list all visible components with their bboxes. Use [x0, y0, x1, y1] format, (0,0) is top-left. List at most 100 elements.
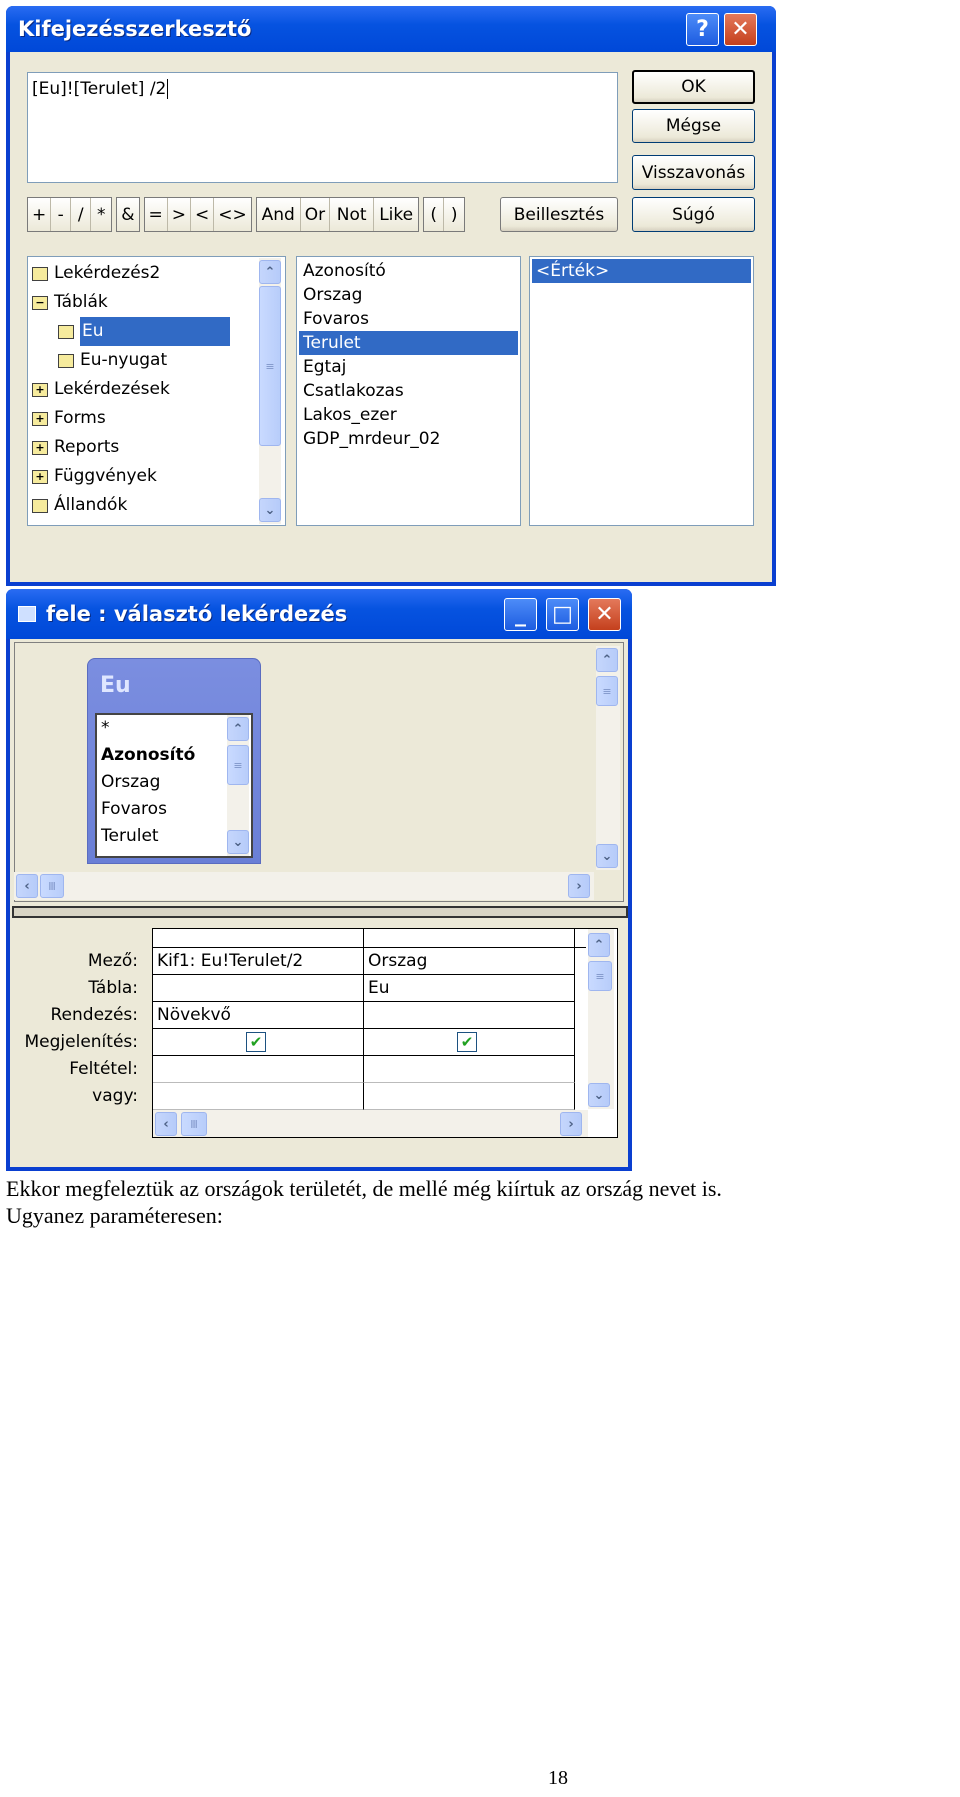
undo-button[interactable]: Visszavonás [632, 155, 755, 190]
scroll-up-icon[interactable]: ⌃ [227, 717, 249, 741]
field-item[interactable]: Azonosító [299, 259, 518, 283]
tree-item[interactable]: + Függvények [28, 462, 285, 491]
grid-hscroll[interactable]: ‹ Ⅲ › [153, 1110, 588, 1137]
scroll-up-icon[interactable]: ⌃ [259, 260, 281, 284]
tree-item[interactable]: Eu-nyugat [28, 346, 285, 375]
scroll-thumb[interactable]: ≡ [227, 745, 249, 785]
scroll-left-icon[interactable]: ‹ [16, 874, 38, 898]
grid-row-label: Feltétel: [69, 1059, 138, 1079]
pane-splitter[interactable] [12, 906, 628, 918]
operator-button[interactable]: Or [300, 198, 331, 231]
operator-button[interactable]: + [28, 198, 52, 231]
grid-cell-table[interactable] [153, 975, 364, 1002]
grid-cell-criteria[interactable] [153, 1056, 364, 1083]
field-list[interactable]: Azonosító Orszag Fovaros Terulet Egtaj Csatla… [296, 256, 521, 526]
tree-item[interactable]: Eu [28, 317, 285, 346]
scroll-up-icon[interactable]: ⌃ [588, 933, 610, 957]
dialog-title: Kifejezésszerkesztő [18, 17, 252, 41]
checkbox-checked-icon[interactable]: ✔ [246, 1032, 266, 1052]
operator-button[interactable]: And [256, 198, 301, 231]
field-item[interactable]: Orszag [299, 283, 518, 307]
scroll-up-icon[interactable]: ⌃ [596, 648, 618, 672]
operator-button[interactable]: - [51, 198, 72, 231]
table-box-eu[interactable]: Eu * Azonosító Orszag Fovaros Terulet ⌃ ≡ ⌄ [87, 658, 261, 864]
field-item[interactable]: GDP_mrdeur_02 [299, 427, 518, 451]
minimize-button[interactable]: _ [504, 598, 537, 631]
tree-item[interactable]: Lekérdezés2 [28, 259, 285, 288]
operator-button[interactable]: <> [214, 198, 251, 231]
operator-toolbar: + - / * & = > < <> And Or Not Like() [27, 197, 466, 232]
field-item[interactable]: Egtaj [299, 355, 518, 379]
grid-cell-show[interactable]: ✔ [153, 1029, 364, 1056]
grid-cell-sort[interactable]: Növekvő [153, 1002, 364, 1029]
cancel-button[interactable]: Mégse [632, 109, 755, 143]
scroll-thumb[interactable]: ≡ [596, 676, 618, 706]
object-tree[interactable]: Lekérdezés2 − Táblák Eu Eu-nyugat + Lekérdezés… [27, 256, 286, 526]
grid-vscroll[interactable]: ⌃ ≡ ⌄ [588, 929, 614, 1109]
pane-vscroll[interactable]: ⌃ ≡ ⌄ [596, 646, 620, 870]
close-button[interactable]: ✕ [588, 598, 621, 631]
grid-cell-table[interactable]: Eu [364, 975, 575, 1002]
field-item[interactable]: Fovaros [299, 307, 518, 331]
checkbox-checked-icon[interactable]: ✔ [457, 1032, 477, 1052]
grid-cell-or[interactable] [364, 1083, 575, 1110]
grid-cell-show[interactable]: ✔ [364, 1029, 575, 1056]
field-item[interactable]: Terulet [299, 331, 518, 355]
scroll-thumb[interactable]: ≡ [588, 961, 612, 991]
operator-button[interactable]: / [71, 198, 92, 231]
operator-button[interactable]: * [91, 198, 112, 231]
body-text-line-1: Ekkor megfeleztük az országok területét,… [6, 1176, 722, 1201]
operator-button[interactable]: Not [330, 198, 375, 231]
field-item[interactable]: Lakos_ezer [299, 403, 518, 427]
grid-cell-criteria[interactable] [364, 1056, 575, 1083]
tree-item[interactable]: + Forms [28, 404, 285, 433]
scroll-down-icon[interactable]: ⌄ [588, 1083, 610, 1107]
scroll-down-icon[interactable]: ⌄ [596, 844, 618, 868]
scroll-thumb[interactable]: ≡ [259, 286, 281, 446]
scroll-thumb[interactable]: Ⅲ [181, 1112, 207, 1136]
tree-item[interactable]: Állandók [28, 491, 285, 520]
operator-button[interactable]: < [191, 198, 215, 231]
tree-scrollbar[interactable]: ⌃ ≡ ⌄ [259, 258, 281, 524]
tree-item[interactable]: + Lekérdezések [28, 375, 285, 404]
scroll-down-icon[interactable]: ⌄ [227, 830, 249, 854]
grid-cell-field[interactable]: Kif1: Eu!Terulet/2 [153, 948, 364, 975]
scroll-left-icon[interactable]: ‹ [155, 1112, 177, 1136]
operator-button[interactable]: Like [374, 198, 419, 231]
grid-cell-or[interactable] [153, 1083, 364, 1110]
paste-button[interactable]: Beillesztés [500, 197, 618, 232]
design-grid[interactable]: Kif1: Eu!Terulet/2 Növekvő ✔ Orszag Eu ✔ ⌃ ≡ ⌄ ‹ Ⅲ… [152, 928, 618, 1138]
tree-item[interactable]: + Reports [28, 433, 285, 462]
grid-row-label: vagy: [92, 1086, 138, 1106]
expression-input[interactable]: [Eu]![Terulet] /2 [27, 72, 618, 183]
table-field-scrollbar[interactable]: ⌃ ≡ ⌄ [227, 715, 249, 856]
field-item[interactable]: Csatlakozas [299, 379, 518, 403]
grid-cell-field[interactable]: Orszag [364, 948, 575, 975]
operator-button[interactable]: & [117, 198, 139, 231]
grid-cell-sort[interactable] [364, 1002, 575, 1029]
operator-button[interactable]: = [144, 198, 168, 231]
scroll-right-icon[interactable]: › [568, 874, 590, 898]
close-button[interactable]: ✕ [724, 13, 757, 46]
scroll-thumb[interactable]: Ⅲ [40, 874, 64, 898]
pane-hscroll[interactable]: ‹ Ⅲ › [14, 872, 594, 900]
value-item[interactable]: <Érték> [532, 259, 751, 283]
scroll-right-icon[interactable]: › [560, 1112, 582, 1136]
scroll-down-icon[interactable]: ⌄ [259, 498, 281, 522]
ok-button[interactable]: OK [632, 70, 755, 104]
tree-item[interactable]: − Táblák [28, 288, 285, 317]
value-list[interactable]: <Érték> [529, 256, 754, 526]
column-selector[interactable] [153, 929, 364, 948]
maximize-button[interactable]: □ [546, 598, 579, 631]
folder-plus-icon: + [32, 440, 48, 455]
help-title-button[interactable]: ? [686, 13, 719, 46]
operator-button[interactable]: > [167, 198, 192, 231]
tree-item-label: Lekérdezés2 [54, 263, 161, 283]
tree-item-label: Függvények [54, 466, 157, 486]
help-button[interactable]: Súgó [632, 197, 755, 232]
column-selector[interactable] [364, 929, 575, 948]
folder-icon [32, 498, 48, 513]
operator-button[interactable]: ( [424, 198, 445, 231]
operator-button[interactable]: ) [444, 198, 465, 231]
query-icon [18, 606, 36, 622]
